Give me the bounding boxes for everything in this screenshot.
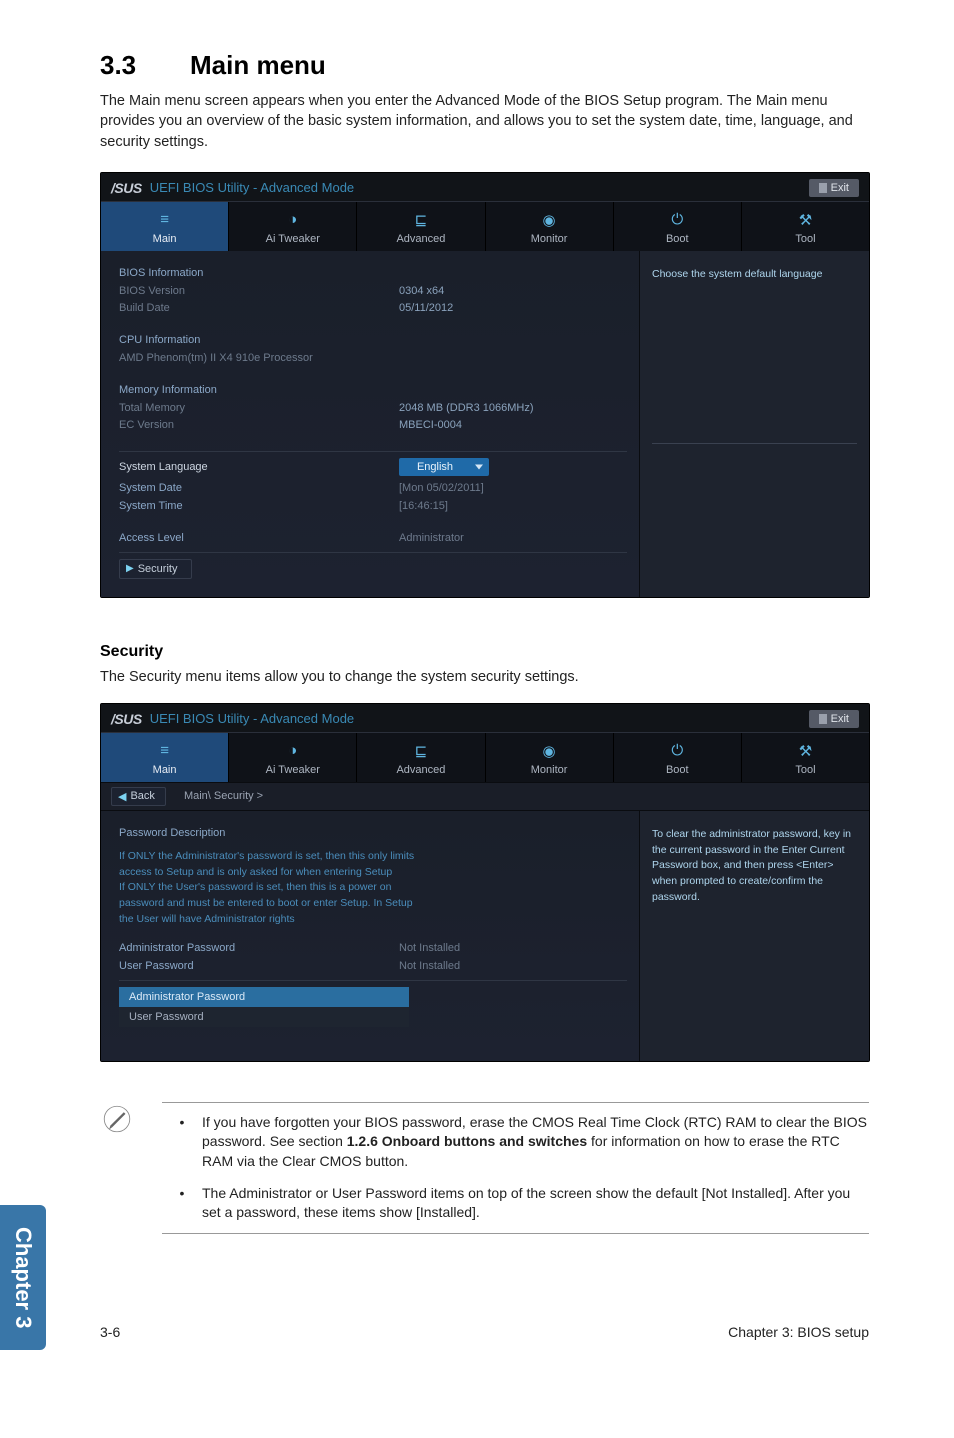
memory-info-title: Memory Information bbox=[119, 384, 627, 396]
tab-advanced[interactable]: ⊑Advanced bbox=[357, 733, 485, 782]
list-icon: ≡ bbox=[101, 741, 228, 761]
chapter-tab: Chapter 3 bbox=[0, 1205, 46, 1350]
tab-monitor[interactable]: ◉Monitor bbox=[486, 202, 614, 251]
page-number: 3-6 bbox=[100, 1324, 120, 1340]
tool-icon: ⚒ bbox=[742, 741, 869, 761]
asus-logo: /SUS bbox=[111, 711, 142, 727]
admin-password-field[interactable]: Administrator Password bbox=[119, 987, 409, 1007]
tab-ai-tweaker[interactable]: ◑Ai Tweaker bbox=[229, 733, 357, 782]
back-button[interactable]: ◀ Back bbox=[111, 787, 166, 806]
memory-info-group: Memory Information Total Memory2048 MB (… bbox=[119, 384, 627, 435]
password-description-title: Password Description bbox=[119, 827, 627, 839]
help-text: To clear the administrator password, key… bbox=[652, 827, 857, 906]
user-password-field[interactable]: User Password bbox=[119, 1007, 409, 1027]
tab-boot[interactable]: ⏻Boot bbox=[614, 733, 742, 782]
info-row: EC VersionMBECI-0004 bbox=[119, 417, 627, 435]
divider bbox=[119, 980, 627, 981]
info-row: BIOS Version0304 x64 bbox=[119, 283, 627, 301]
bios-help-panel: Choose the system default language bbox=[639, 251, 869, 597]
bios-main-panel: BIOS Information BIOS Version0304 x64 Bu… bbox=[101, 251, 639, 597]
bios-security-panel: Password Description If ONLY the Adminis… bbox=[101, 811, 639, 1061]
bios-info-group: BIOS Information BIOS Version0304 x64 Bu… bbox=[119, 267, 627, 318]
system-language-field[interactable]: System Language English bbox=[119, 458, 627, 476]
tab-main[interactable]: ≡Main bbox=[101, 733, 229, 782]
bullet: • bbox=[162, 1184, 202, 1223]
breadcrumb: Main\ Security > bbox=[184, 790, 263, 802]
intro-paragraph: The Main menu screen appears when you en… bbox=[100, 91, 869, 152]
advanced-icon: ⊑ bbox=[357, 210, 484, 230]
admin-password-status: Administrator Password Not Installed bbox=[119, 942, 627, 954]
footer-title: Chapter 3: BIOS setup bbox=[728, 1324, 869, 1340]
note-text: The Administrator or User Password items… bbox=[202, 1184, 869, 1223]
power-icon: ⏻ bbox=[614, 741, 741, 761]
system-date-field[interactable]: System Date [Mon 05/02/2011] bbox=[119, 482, 627, 494]
help-text: Choose the system default language bbox=[652, 267, 857, 283]
power-icon: ⏻ bbox=[614, 210, 741, 230]
cpu-info-group: CPU Information AMD Phenom(tm) II X4 910… bbox=[119, 334, 627, 368]
bios-header: /SUS UEFI BIOS Utility - Advanced Mode E… bbox=[101, 173, 869, 202]
divider bbox=[119, 451, 627, 452]
page-footer: 3-6 Chapter 3: BIOS setup bbox=[100, 1324, 869, 1340]
bios-window-main: /SUS UEFI BIOS Utility - Advanced Mode E… bbox=[100, 172, 870, 598]
bios-header: /SUS UEFI BIOS Utility - Advanced Mode E… bbox=[101, 704, 869, 733]
list-icon: ≡ bbox=[101, 210, 228, 230]
password-description-text: If ONLY the Administrator's password is … bbox=[119, 849, 419, 928]
system-time-field[interactable]: System Time [16:46:15] bbox=[119, 500, 627, 512]
exit-button[interactable]: Exit bbox=[809, 179, 859, 197]
divider bbox=[119, 552, 627, 553]
advanced-icon: ⊑ bbox=[357, 741, 484, 761]
bios-window-security: /SUS UEFI BIOS Utility - Advanced Mode E… bbox=[100, 703, 870, 1062]
notes-content: • If you have forgotten your BIOS passwo… bbox=[162, 1102, 869, 1234]
cpu-info-title: CPU Information bbox=[119, 334, 627, 346]
breadcrumb-bar: ◀ Back Main\ Security > bbox=[101, 782, 869, 811]
section-number: 3.3 bbox=[100, 50, 190, 81]
info-row: Total Memory2048 MB (DDR3 1066MHz) bbox=[119, 400, 627, 418]
bios-info-title: BIOS Information bbox=[119, 267, 627, 279]
bios-tabs: ≡Main ◑Ai Tweaker ⊑Advanced ◉Monitor ⏻Bo… bbox=[101, 733, 869, 782]
arrow-left-icon: ◀ bbox=[118, 790, 126, 803]
tool-icon: ⚒ bbox=[742, 210, 869, 230]
tab-ai-tweaker[interactable]: ◑Ai Tweaker bbox=[229, 202, 357, 251]
access-level-field: Access Level Administrator bbox=[119, 532, 627, 544]
tab-tool[interactable]: ⚒Tool bbox=[742, 733, 869, 782]
section-heading: 3.3Main menu bbox=[100, 50, 869, 81]
info-row: AMD Phenom(tm) II X4 910e Processor bbox=[119, 350, 627, 368]
tab-advanced[interactable]: ⊑Advanced bbox=[357, 202, 485, 251]
tab-tool[interactable]: ⚒Tool bbox=[742, 202, 869, 251]
section-title-text: Main menu bbox=[190, 50, 326, 80]
note-text: If you have forgotten your BIOS password… bbox=[202, 1113, 869, 1172]
exit-button[interactable]: Exit bbox=[809, 710, 859, 728]
monitor-icon: ◉ bbox=[486, 210, 613, 230]
bios-title: UEFI BIOS Utility - Advanced Mode bbox=[150, 180, 809, 195]
tab-monitor[interactable]: ◉Monitor bbox=[486, 733, 614, 782]
user-password-status: User Password Not Installed bbox=[119, 960, 627, 972]
security-heading: Security bbox=[100, 643, 869, 661]
note-item: • If you have forgotten your BIOS passwo… bbox=[162, 1113, 869, 1172]
monitor-icon: ◉ bbox=[486, 741, 613, 761]
security-text: The Security menu items allow you to cha… bbox=[100, 669, 869, 685]
asus-logo: /SUS bbox=[111, 180, 142, 196]
security-submenu-button[interactable]: ▶ Security bbox=[119, 559, 192, 579]
tab-boot[interactable]: ⏻Boot bbox=[614, 202, 742, 251]
tweaker-icon: ◑ bbox=[229, 210, 356, 230]
note-item: • The Administrator or User Password ite… bbox=[162, 1184, 869, 1223]
bios-title: UEFI BIOS Utility - Advanced Mode bbox=[150, 711, 809, 726]
notes-block: • If you have forgotten your BIOS passwo… bbox=[100, 1102, 869, 1234]
bios-tabs: ≡Main ◑Ai Tweaker ⊑Advanced ◉Monitor ⏻Bo… bbox=[101, 202, 869, 251]
divider bbox=[652, 443, 857, 444]
info-row: Build Date05/11/2012 bbox=[119, 300, 627, 318]
bios-help-panel: To clear the administrator password, key… bbox=[639, 811, 869, 1061]
tab-main[interactable]: ≡Main bbox=[101, 202, 229, 251]
language-select[interactable]: English bbox=[399, 458, 489, 476]
chevron-right-icon: ▶ bbox=[126, 563, 134, 574]
pen-icon bbox=[100, 1102, 134, 1141]
bullet: • bbox=[162, 1113, 202, 1172]
tweaker-icon: ◑ bbox=[229, 741, 356, 761]
